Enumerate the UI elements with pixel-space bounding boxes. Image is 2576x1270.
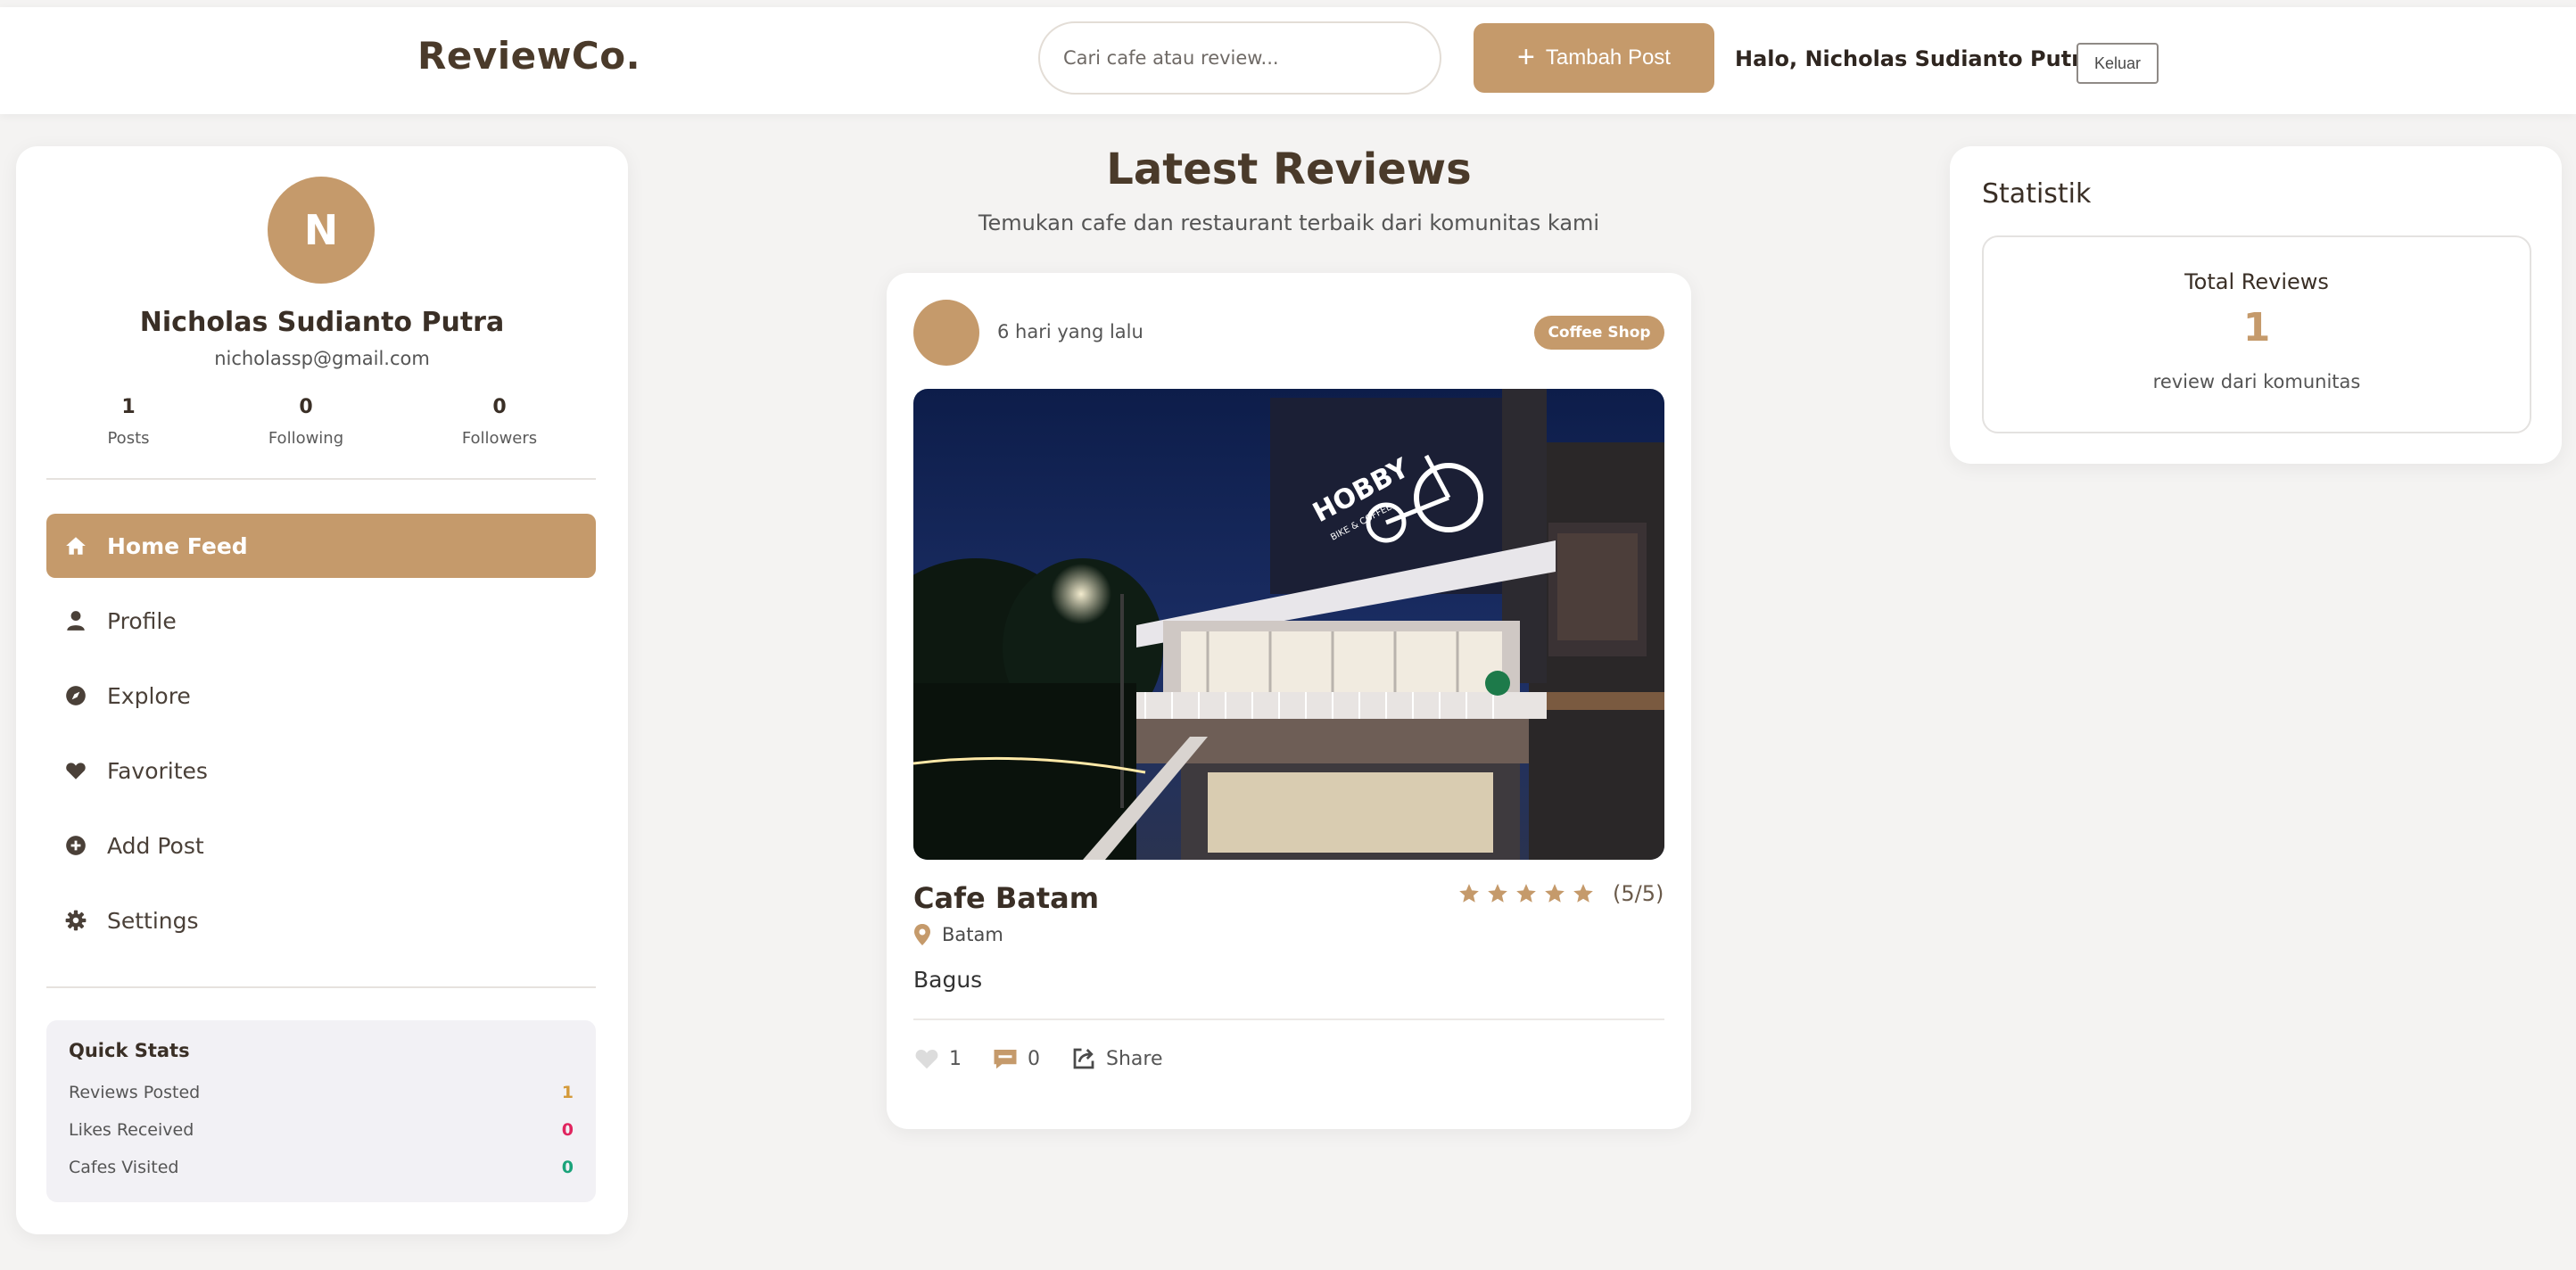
nav-item-explore[interactable]: Explore <box>46 664 596 728</box>
stat-followers[interactable]: 0 Followers <box>419 396 580 448</box>
quick-stat-label: Likes Received <box>69 1120 194 1140</box>
user-icon <box>67 611 85 631</box>
quick-stat-label: Reviews Posted <box>69 1083 201 1102</box>
nav-item-add-post[interactable]: Add Post <box>46 813 596 878</box>
nav-label: Settings <box>107 907 199 934</box>
user-greeting: Halo, Nicholas Sudianto Putra <box>1735 46 2097 71</box>
stat-following[interactable]: 0 Following <box>226 396 386 448</box>
share-icon <box>1073 1048 1094 1069</box>
quick-stats-title: Quick Stats <box>69 1040 190 1061</box>
star-icon <box>1459 884 1479 903</box>
quick-stat-row: Likes Received 0 <box>69 1120 574 1140</box>
rating-stars: (5/5) <box>1457 881 1664 906</box>
top-header: ReviewCo. + Tambah Post Halo, Nicholas S… <box>0 7 2576 114</box>
nav-item-favorites[interactable]: Favorites <box>46 738 596 803</box>
map-pin-icon <box>914 924 930 945</box>
star-icon <box>1516 884 1536 903</box>
compass-icon <box>66 686 86 705</box>
cafe-name[interactable]: Cafe Batam <box>913 881 1099 915</box>
nav-label: Explore <box>107 682 191 709</box>
gear-icon <box>65 910 87 931</box>
stat-value: 0 <box>492 396 507 418</box>
star-icon <box>1545 884 1565 903</box>
quick-stat-value: 0 <box>561 1120 574 1140</box>
nav-item-home-feed[interactable]: Home Feed <box>46 514 596 578</box>
divider <box>913 1018 1664 1020</box>
profile-email: nicholassp@gmail.com <box>214 348 430 369</box>
star-icon <box>1488 884 1507 903</box>
nav-label: Profile <box>107 607 177 634</box>
quick-stat-value: 1 <box>561 1083 574 1102</box>
quick-stat-label: Cafes Visited <box>69 1158 179 1177</box>
stat-posts[interactable]: 1 Posts <box>48 396 209 448</box>
stat-value: 0 <box>299 396 313 418</box>
post-author-avatar[interactable] <box>913 300 979 366</box>
category-badge[interactable]: Coffee Shop <box>1534 316 1664 350</box>
divider <box>46 478 596 480</box>
plus-icon: + <box>1517 39 1535 74</box>
total-reviews-label: Total Reviews <box>2184 269 2329 294</box>
share-label: Share <box>1106 1047 1163 1070</box>
post-location: Batam <box>913 924 1003 945</box>
nav-label: Favorites <box>107 757 208 784</box>
post-timestamp: 6 hari yang lalu <box>997 321 1144 342</box>
location-text: Batam <box>942 924 1003 945</box>
like-count: 1 <box>949 1047 962 1070</box>
nav-item-settings[interactable]: Settings <box>46 888 596 952</box>
avatar[interactable]: N <box>268 177 375 284</box>
review-text: Bagus <box>913 967 983 993</box>
star-icon <box>1573 884 1593 903</box>
nav-item-profile[interactable]: Profile <box>46 589 596 653</box>
total-reviews-box: Total Reviews 1 review dari komunitas <box>1982 235 2531 433</box>
stat-label: Followers <box>461 429 538 448</box>
post-actions: 1 0 Share <box>913 1045 1193 1072</box>
heart-icon <box>66 763 86 779</box>
plus-circle-icon <box>66 836 86 855</box>
quick-stat-row: Reviews Posted 1 <box>69 1083 574 1102</box>
quick-stats-panel: Quick Stats Reviews Posted 1 Likes Recei… <box>46 1020 596 1202</box>
search-input[interactable] <box>1038 21 1441 95</box>
brand-logo[interactable]: ReviewCo. <box>417 34 640 78</box>
total-reviews-count: 1 <box>2242 305 2271 350</box>
nav-label: Home Feed <box>107 532 248 559</box>
page-subtitle: Temukan cafe dan restaurant terbaik dari… <box>978 210 1600 235</box>
home-icon <box>66 537 86 555</box>
post-image[interactable]: HOBBY BIKE & COFFEE <box>913 389 1664 860</box>
page-title: Latest Reviews <box>1106 144 1472 194</box>
quick-stat-value: 0 <box>561 1158 574 1177</box>
stat-label: Following <box>268 429 344 448</box>
share-button[interactable]: Share <box>1070 1045 1163 1072</box>
rating-text: (5/5) <box>1613 881 1664 906</box>
total-reviews-caption: review dari komunitas <box>2152 371 2361 392</box>
add-post-button[interactable]: + Tambah Post <box>1474 23 1714 93</box>
cafe-photo: HOBBY BIKE & COFFEE <box>913 389 1664 860</box>
like-button[interactable]: 1 <box>913 1045 962 1072</box>
statistics-title: Statistik <box>1982 178 2092 210</box>
logout-button[interactable]: Keluar <box>2076 43 2159 84</box>
comment-button[interactable]: 0 <box>992 1045 1040 1072</box>
heart-icon <box>915 1050 938 1069</box>
quick-stat-row: Cafes Visited 0 <box>69 1158 574 1177</box>
add-post-label: Tambah Post <box>1545 45 1671 70</box>
comment-icon <box>994 1050 1017 1069</box>
stat-value: 1 <box>121 396 136 418</box>
nav-label: Add Post <box>107 832 204 859</box>
profile-name: Nicholas Sudianto Putra <box>139 307 505 338</box>
stat-label: Posts <box>107 429 150 448</box>
divider <box>46 986 596 988</box>
comment-count: 0 <box>1028 1047 1040 1070</box>
